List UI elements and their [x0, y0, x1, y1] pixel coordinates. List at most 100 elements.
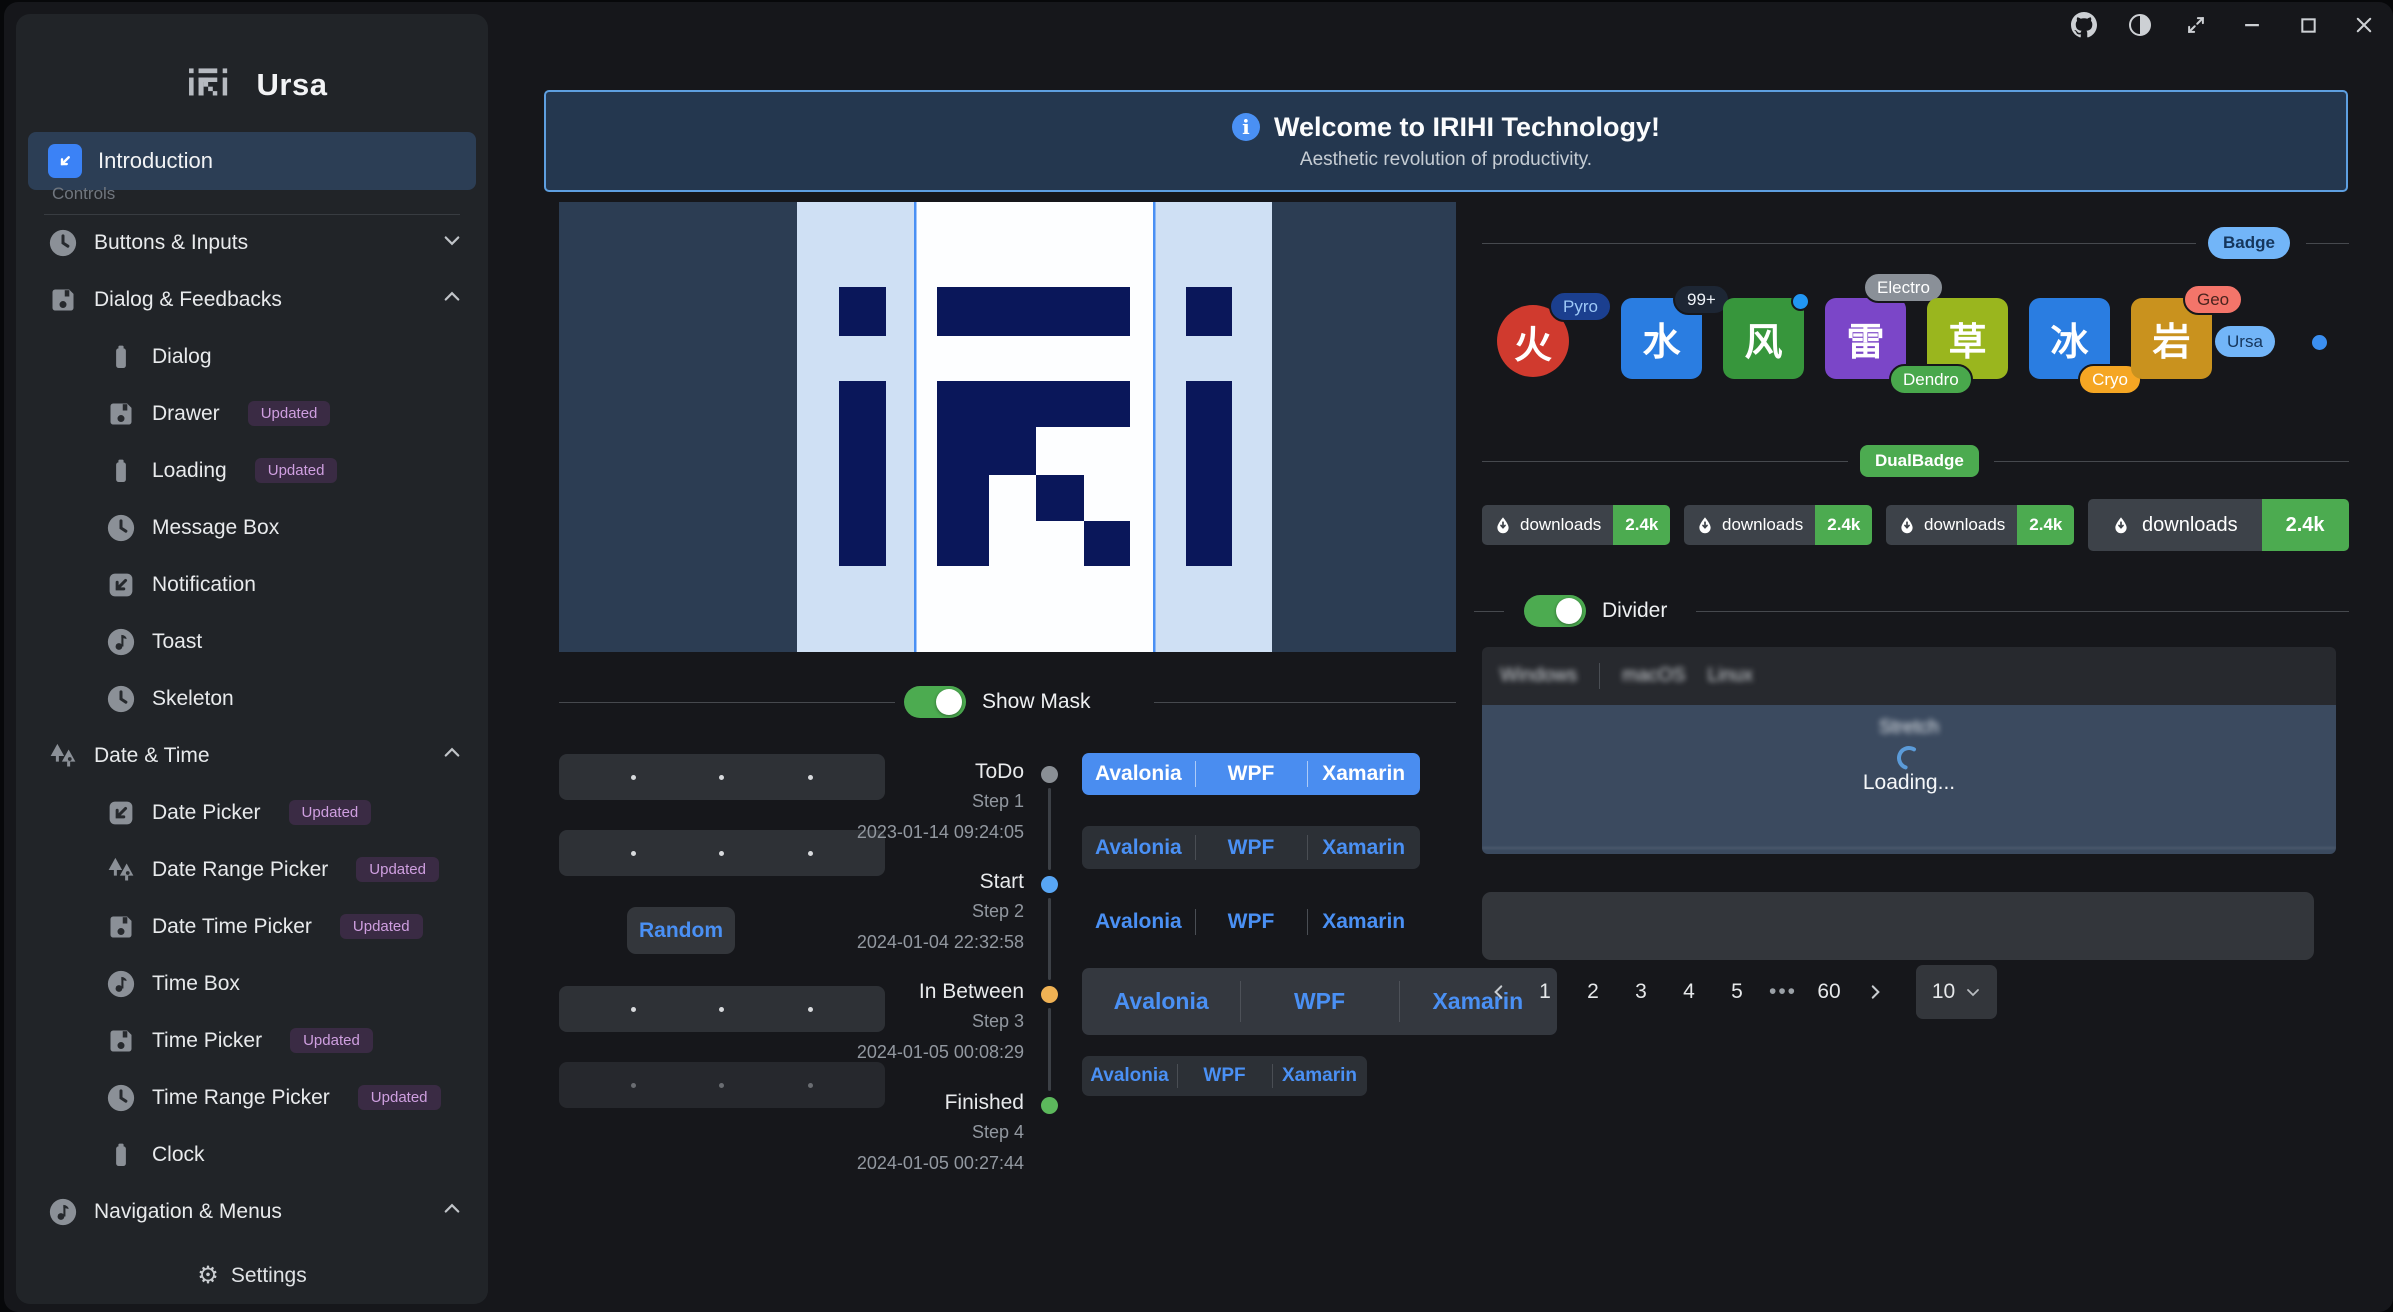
- button-xamarin[interactable]: Xamarin: [1307, 901, 1420, 943]
- sidebar-item-date-time-picker[interactable]: Date Time PickerUpdated: [16, 898, 488, 955]
- blurred-divider: [1482, 847, 2336, 849]
- downloads-badge: downloads2.4k: [1482, 505, 1670, 545]
- sidebar-item-label: Dialog: [152, 345, 212, 369]
- sidebar-item-date-picker[interactable]: Date PickerUpdated: [16, 784, 488, 841]
- button-xamarin[interactable]: Xamarin: [1272, 1056, 1367, 1096]
- sidebar-item-time-picker[interactable]: Time Picker Updated: [16, 1012, 488, 1069]
- battery-icon: [106, 1140, 136, 1170]
- page-prev-button[interactable]: [1484, 970, 1514, 1014]
- sidebar-item-date-time[interactable]: Date & Time: [16, 727, 488, 784]
- sidebar-item-loading[interactable]: LoadingUpdated: [16, 442, 488, 499]
- page-button-60[interactable]: 60: [1812, 970, 1846, 1014]
- minimize-icon[interactable]: [2239, 12, 2265, 38]
- timeline-step: Step 2: [664, 896, 1024, 927]
- download-icon: [2112, 516, 2130, 534]
- page-button-4[interactable]: 4: [1672, 970, 1706, 1014]
- page-button-5[interactable]: 5: [1720, 970, 1754, 1014]
- timeline-connector: [1048, 898, 1051, 980]
- button-xamarin[interactable]: Xamarin: [1307, 826, 1420, 869]
- sidebar-item-label: Time Picker: [152, 1029, 262, 1053]
- page-ellipsis[interactable]: •••: [1768, 980, 1798, 1004]
- sidebar-item-time-range-picker[interactable]: Time Range PickerUpdated: [16, 1069, 488, 1126]
- downloads-label: downloads: [1886, 505, 2017, 545]
- divider-line: [1994, 461, 2349, 462]
- sidebar-item-date-range-picker[interactable]: Date Range PickerUpdated: [16, 841, 488, 898]
- sidebar-item-label: Clock: [152, 1143, 205, 1167]
- app-name: Ursa: [257, 67, 328, 103]
- chevron-up-icon[interactable]: [442, 1199, 462, 1225]
- sidebar-item-drawer[interactable]: DrawerUpdated: [16, 385, 488, 442]
- sidebar-items: Buttons & Inputs Dialog & Feedbacks Dialog…: [16, 214, 488, 1260]
- trees-icon: [48, 741, 78, 771]
- sidebar-item-label: Introduction: [98, 148, 213, 174]
- download-icon: [1696, 516, 1714, 534]
- sidebar-item-introduction[interactable]: Introduction: [28, 132, 476, 190]
- tab-windows[interactable]: Windows: [1500, 665, 1577, 687]
- sidebar-item-time-box[interactable]: Time Box: [16, 955, 488, 1012]
- updated-badge: Updated: [290, 1028, 373, 1053]
- page-button-3[interactable]: 3: [1624, 970, 1658, 1014]
- button-avalonia[interactable]: Avalonia: [1082, 901, 1195, 943]
- page-button-2[interactable]: 2: [1576, 970, 1610, 1014]
- banner-subtitle: Aesthetic revolution of productivity.: [1300, 149, 1592, 171]
- show-mask-toggle[interactable]: [904, 686, 966, 718]
- button-wpf[interactable]: WPF: [1177, 1056, 1272, 1096]
- sidebar-item-label: Toast: [152, 630, 202, 654]
- button-wpf[interactable]: WPF: [1195, 826, 1308, 869]
- button-group-ghost: AvaloniaWPFXamarin: [1082, 901, 1420, 943]
- page-next-button[interactable]: [1860, 970, 1890, 1014]
- sidebar-item-label: Dialog & Feedbacks: [94, 288, 282, 312]
- standalone-dot: [2312, 335, 2327, 350]
- divider-toggle[interactable]: [1524, 595, 1586, 627]
- pagination: 12345 ••• 60 10: [1484, 965, 1997, 1019]
- expand-icon[interactable]: [2183, 12, 2209, 38]
- button-avalonia[interactable]: Avalonia: [1082, 753, 1195, 795]
- arrow-square-icon: [106, 798, 136, 828]
- chevron-up-icon[interactable]: [442, 743, 462, 769]
- tab-linux[interactable]: Linux: [1707, 665, 1752, 687]
- button-avalonia[interactable]: Avalonia: [1082, 1056, 1177, 1096]
- sidebar-item-clock[interactable]: Clock: [16, 1126, 488, 1183]
- button-wpf[interactable]: WPF: [1195, 901, 1308, 943]
- badge-pill-pyro: Pyro: [1549, 291, 1612, 322]
- sidebar-item-notification[interactable]: Notification: [16, 556, 488, 613]
- show-mask-label: Show Mask: [982, 690, 1091, 714]
- sidebar-item-message-box[interactable]: Message Box: [16, 499, 488, 556]
- chevron-up-icon[interactable]: [442, 287, 462, 313]
- downloads-label: downloads: [1684, 505, 1815, 545]
- chevron-down-icon[interactable]: [442, 230, 462, 256]
- clock-icon: [106, 513, 136, 543]
- sidebar-item-dialog[interactable]: Dialog: [16, 328, 488, 385]
- arrow-square-icon: [48, 144, 82, 178]
- badge-item: 岩Geo: [2131, 298, 2212, 379]
- button-wpf[interactable]: WPF: [1240, 968, 1398, 1035]
- timeline-entry: ToDo Step 1 2023-01-14 09:24:05: [664, 758, 1024, 848]
- button-xamarin[interactable]: Xamarin: [1307, 753, 1420, 795]
- button-avalonia[interactable]: Avalonia: [1082, 968, 1240, 1035]
- sidebar-item-skeleton[interactable]: Skeleton: [16, 670, 488, 727]
- updated-badge: Updated: [356, 857, 439, 882]
- sidebar-item-buttons-inputs[interactable]: Buttons & Inputs: [16, 214, 488, 271]
- page-size-select[interactable]: 10: [1916, 965, 1997, 1019]
- download-icon: [1898, 516, 1916, 534]
- button-wpf[interactable]: WPF: [1195, 753, 1308, 795]
- close-icon[interactable]: [2351, 12, 2377, 38]
- timeline-entry: In Between Step 3 2024-01-05 00:08:29: [664, 978, 1024, 1068]
- battery-icon: [106, 456, 136, 486]
- sidebar-item-toast[interactable]: Toast: [16, 613, 488, 670]
- loading-text: Loading...: [1482, 771, 2336, 795]
- downloads-count: 2.4k: [1613, 505, 1670, 545]
- loading-demo-panel: WindowsmacOSLinux Stretch Loading...: [1482, 647, 2336, 854]
- note-icon: [106, 969, 136, 999]
- sidebar-item-label: Date Picker: [152, 801, 261, 825]
- settings-button[interactable]: ⚙ Settings: [16, 1248, 488, 1304]
- theme-toggle-icon[interactable]: [2127, 12, 2153, 38]
- button-avalonia[interactable]: Avalonia: [1082, 826, 1195, 869]
- maximize-icon[interactable]: [2295, 12, 2321, 38]
- page-button-1[interactable]: 1: [1528, 970, 1562, 1014]
- github-icon[interactable]: [2071, 12, 2097, 38]
- sidebar-item-dialog-feedbacks[interactable]: Dialog & Feedbacks: [16, 271, 488, 328]
- sidebar-item-navigation-menus[interactable]: Navigation & Menus: [16, 1183, 488, 1240]
- tab-macos[interactable]: macOS: [1622, 665, 1685, 687]
- empty-input[interactable]: [1482, 892, 2314, 960]
